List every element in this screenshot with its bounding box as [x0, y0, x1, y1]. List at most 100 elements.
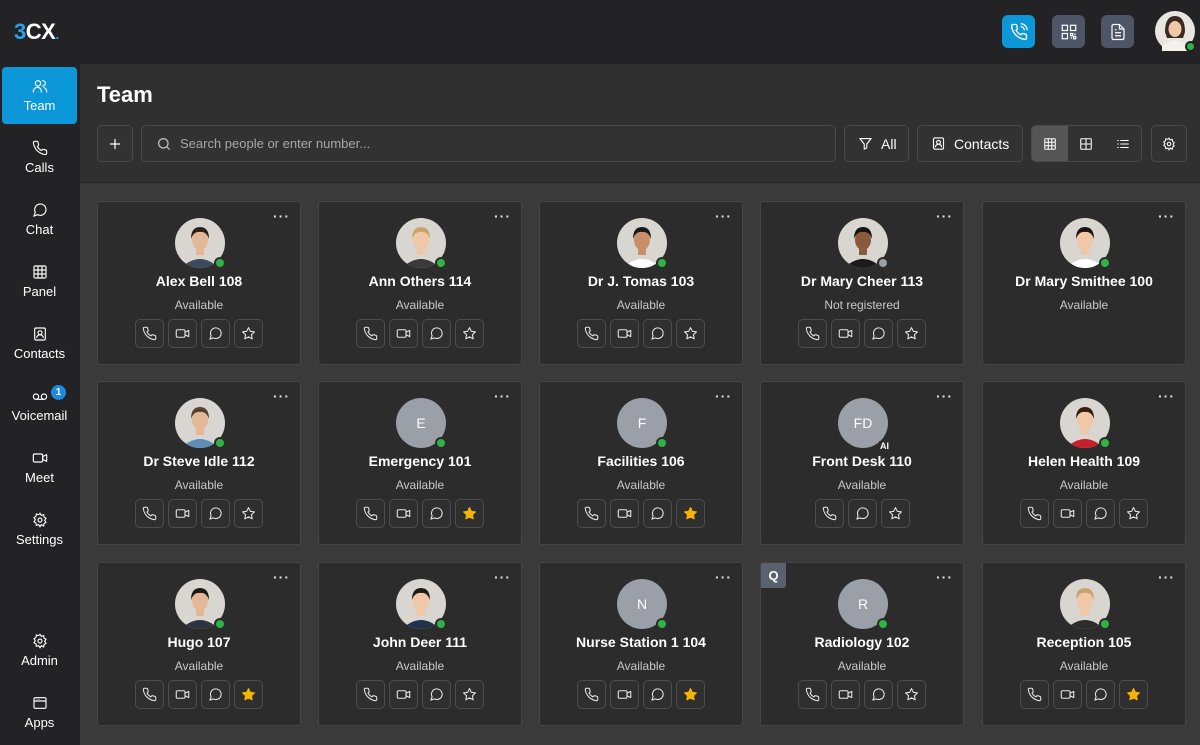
call-button[interactable] — [798, 319, 827, 348]
contacts-button[interactable]: Contacts — [917, 125, 1023, 162]
video-button[interactable] — [831, 680, 860, 709]
chat-button[interactable] — [847, 499, 877, 528]
more-options-icon[interactable]: ··· — [715, 569, 732, 585]
contact-card[interactable]: ··· FD AI Front Desk 110 Available — [760, 381, 964, 545]
contact-card[interactable]: ··· Dr Mary Smithee 100 Available — [982, 201, 1186, 365]
favorite-button[interactable] — [234, 319, 263, 348]
more-options-icon[interactable]: ··· — [715, 208, 732, 224]
more-options-icon[interactable]: ··· — [1158, 569, 1175, 585]
more-options-icon[interactable]: ··· — [273, 388, 290, 404]
contact-card[interactable]: ··· Ann Others 114 Available — [318, 201, 522, 365]
chat-button[interactable] — [864, 319, 893, 348]
chat-button[interactable] — [422, 499, 451, 528]
add-button[interactable] — [97, 125, 133, 162]
sidebar-item-settings[interactable]: Settings — [2, 501, 77, 558]
call-button[interactable] — [356, 680, 385, 709]
call-button[interactable] — [135, 319, 164, 348]
more-options-icon[interactable]: ··· — [273, 569, 290, 585]
contact-card[interactable]: ··· Helen Health 109 Available — [982, 381, 1186, 545]
call-button[interactable] — [798, 680, 827, 709]
contact-card[interactable]: ··· E Emergency 101 Available — [318, 381, 522, 545]
favorite-button[interactable] — [1119, 499, 1148, 528]
video-button[interactable] — [389, 319, 418, 348]
more-options-icon[interactable]: ··· — [494, 569, 511, 585]
grid-view-button[interactable] — [1032, 126, 1069, 161]
more-options-icon[interactable]: ··· — [1158, 208, 1175, 224]
chat-button[interactable] — [1086, 680, 1115, 709]
call-button[interactable] — [1020, 499, 1049, 528]
contact-card[interactable]: ··· N Nurse Station 1 104 Available — [539, 562, 743, 726]
list-view-button[interactable] — [1105, 126, 1141, 161]
video-button[interactable] — [610, 319, 639, 348]
filter-all-button[interactable]: All — [844, 125, 909, 162]
call-button[interactable] — [814, 499, 844, 528]
video-button[interactable] — [1053, 680, 1082, 709]
view-settings-button[interactable] — [1151, 125, 1187, 162]
more-options-icon[interactable]: ··· — [1158, 388, 1175, 404]
sidebar-item-apps[interactable]: Apps — [2, 684, 77, 741]
app-logo[interactable]: 3CX. — [14, 19, 59, 45]
chat-button[interactable] — [422, 319, 451, 348]
contact-card[interactable]: ··· Dr Mary Cheer 113 Not registered — [760, 201, 964, 365]
favorite-button[interactable] — [234, 499, 263, 528]
more-options-icon[interactable]: ··· — [936, 388, 953, 404]
contact-card[interactable]: ··· Dr Steve Idle 112 Available — [97, 381, 301, 545]
chat-button[interactable] — [643, 319, 672, 348]
video-button[interactable] — [389, 680, 418, 709]
contact-card[interactable]: ··· Q R Radiology 102 Available — [760, 562, 964, 726]
call-button[interactable] — [356, 499, 385, 528]
more-options-icon[interactable]: ··· — [273, 208, 290, 224]
favorite-button[interactable] — [455, 680, 484, 709]
call-button[interactable] — [1020, 680, 1049, 709]
sidebar-item-contacts[interactable]: Contacts — [2, 315, 77, 372]
video-button[interactable] — [831, 319, 860, 348]
video-button[interactable] — [1053, 499, 1082, 528]
favorite-button[interactable] — [880, 499, 910, 528]
sidebar-item-meet[interactable]: Meet — [2, 439, 77, 496]
favorite-button[interactable] — [897, 680, 926, 709]
call-button[interactable] — [577, 680, 606, 709]
favorite-button[interactable] — [455, 319, 484, 348]
video-button[interactable] — [168, 680, 197, 709]
favorite-button[interactable] — [897, 319, 926, 348]
call-button[interactable] — [135, 499, 164, 528]
more-options-icon[interactable]: ··· — [936, 208, 953, 224]
chat-button[interactable] — [201, 680, 230, 709]
contact-card[interactable]: ··· Dr J. Tomas 103 Available — [539, 201, 743, 365]
favorite-button[interactable] — [1119, 680, 1148, 709]
user-avatar[interactable] — [1154, 10, 1196, 52]
chat-button[interactable] — [643, 499, 672, 528]
more-options-icon[interactable]: ··· — [936, 569, 953, 585]
more-options-icon[interactable]: ··· — [715, 388, 732, 404]
contact-card[interactable]: ··· John Deer 111 Available — [318, 562, 522, 726]
sidebar-item-admin[interactable]: Admin — [2, 622, 77, 679]
chat-button[interactable] — [643, 680, 672, 709]
qr-code-button[interactable] — [1052, 15, 1085, 48]
chat-button[interactable] — [201, 499, 230, 528]
more-options-icon[interactable]: ··· — [494, 208, 511, 224]
favorite-button[interactable] — [676, 499, 705, 528]
contact-card[interactable]: ··· Hugo 107 Available — [97, 562, 301, 726]
favorite-button[interactable] — [676, 319, 705, 348]
sidebar-item-voicemail[interactable]: Voicemail 1 — [2, 377, 77, 434]
chat-button[interactable] — [422, 680, 451, 709]
call-button[interactable] — [577, 319, 606, 348]
document-button[interactable] — [1101, 15, 1134, 48]
search-input[interactable]: Search people or enter number... — [141, 125, 836, 162]
chat-button[interactable] — [201, 319, 230, 348]
sidebar-item-calls[interactable]: Calls — [2, 129, 77, 186]
call-button[interactable] — [577, 499, 606, 528]
video-button[interactable] — [389, 499, 418, 528]
sidebar-item-panel[interactable]: Panel — [2, 253, 77, 310]
favorite-button[interactable] — [676, 680, 705, 709]
more-options-icon[interactable]: ··· — [494, 388, 511, 404]
contact-card[interactable]: ··· F Facilities 106 Available — [539, 381, 743, 545]
call-button[interactable] — [356, 319, 385, 348]
video-button[interactable] — [168, 319, 197, 348]
video-button[interactable] — [610, 680, 639, 709]
call-button[interactable] — [135, 680, 164, 709]
sidebar-item-team[interactable]: Team — [2, 67, 77, 124]
favorite-button[interactable] — [455, 499, 484, 528]
contact-card[interactable]: ··· Reception 105 Available — [982, 562, 1186, 726]
video-button[interactable] — [610, 499, 639, 528]
